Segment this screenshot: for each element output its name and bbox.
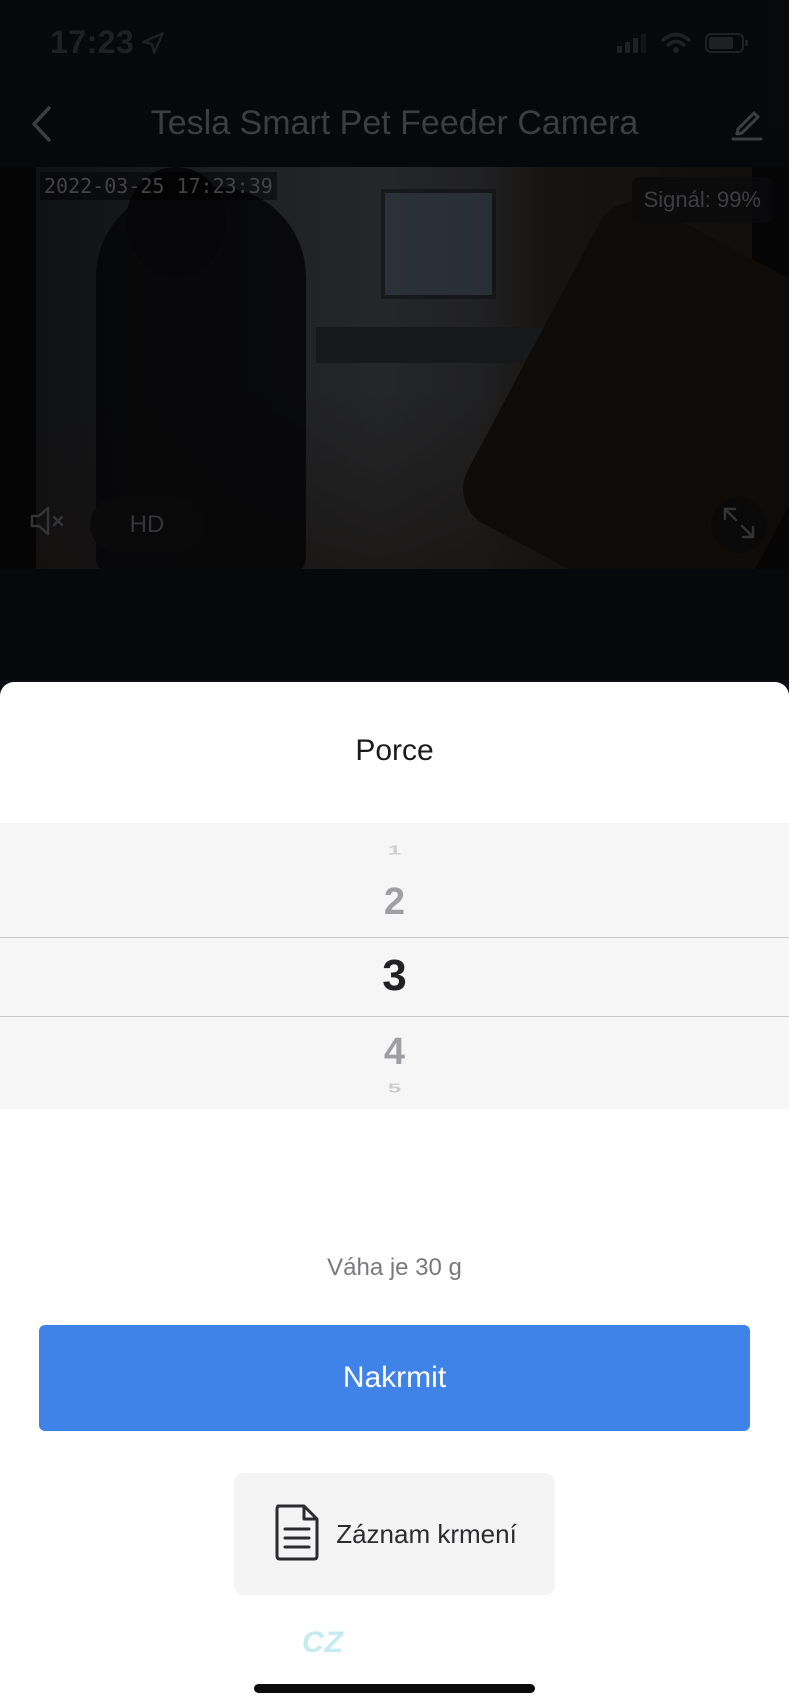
- wifi-icon: [661, 32, 691, 59]
- speaker-muted-icon: [28, 504, 68, 543]
- picker-selected-option[interactable]: 3: [0, 951, 789, 1001]
- status-time: 17:23: [50, 24, 135, 60]
- edit-button[interactable]: [723, 102, 771, 150]
- page-title: Tesla Smart Pet Feeder Camera: [150, 104, 639, 142]
- feeding-log-button[interactable]: Záznam krmení: [234, 1473, 555, 1595]
- feeding-log-label: Záznam krmení: [336, 1518, 517, 1549]
- mute-button[interactable]: [22, 497, 74, 549]
- fullscreen-button[interactable]: [711, 497, 767, 553]
- quality-toggle-button[interactable]: HD: [90, 497, 204, 553]
- sheet-title: Porce: [355, 734, 434, 767]
- picker-option[interactable]: 1: [0, 843, 789, 855]
- home-indicator[interactable]: [254, 1684, 535, 1693]
- feed-button[interactable]: Nakrmit: [39, 1325, 750, 1431]
- edit-pencil-icon: [730, 107, 764, 146]
- status-icons: [617, 32, 749, 59]
- watermark-logo: CZ: [302, 1626, 344, 1659]
- portion-picker[interactable]: 1 2 3 4 5: [0, 823, 789, 1109]
- weight-text: Váha je 30 g: [327, 1254, 462, 1281]
- picker-option[interactable]: 2: [0, 881, 789, 924]
- expand-icon: [722, 506, 756, 545]
- nav-bar: Tesla Smart Pet Feeder Camera: [0, 88, 789, 166]
- document-icon: [272, 1502, 322, 1567]
- picker-selection-line-bottom: [0, 1016, 789, 1017]
- battery-icon: [705, 32, 749, 59]
- portion-sheet: Porce 1 2 3 4 5 Váha je 30 g Nakrmit Záz…: [0, 682, 789, 1707]
- picker-option[interactable]: 5: [0, 1081, 789, 1093]
- camera-screen: 17:23 Tesla Smart Pet Feeder Camera 2022…: [0, 0, 789, 690]
- location-arrow-icon: [140, 30, 166, 56]
- camera-view[interactable]: 2022-03-25 17:23:39 Signál: 99% HD: [0, 167, 789, 569]
- tv-in-video: [381, 189, 496, 299]
- video-timestamp: 2022-03-25 17:23:39: [40, 172, 277, 200]
- signal-badge: Signál: 99%: [631, 177, 773, 223]
- cellular-signal-icon: [617, 33, 647, 58]
- status-bar: 17:23: [0, 0, 789, 88]
- picker-selection-line-top: [0, 937, 789, 938]
- picker-option[interactable]: 4: [0, 1031, 789, 1074]
